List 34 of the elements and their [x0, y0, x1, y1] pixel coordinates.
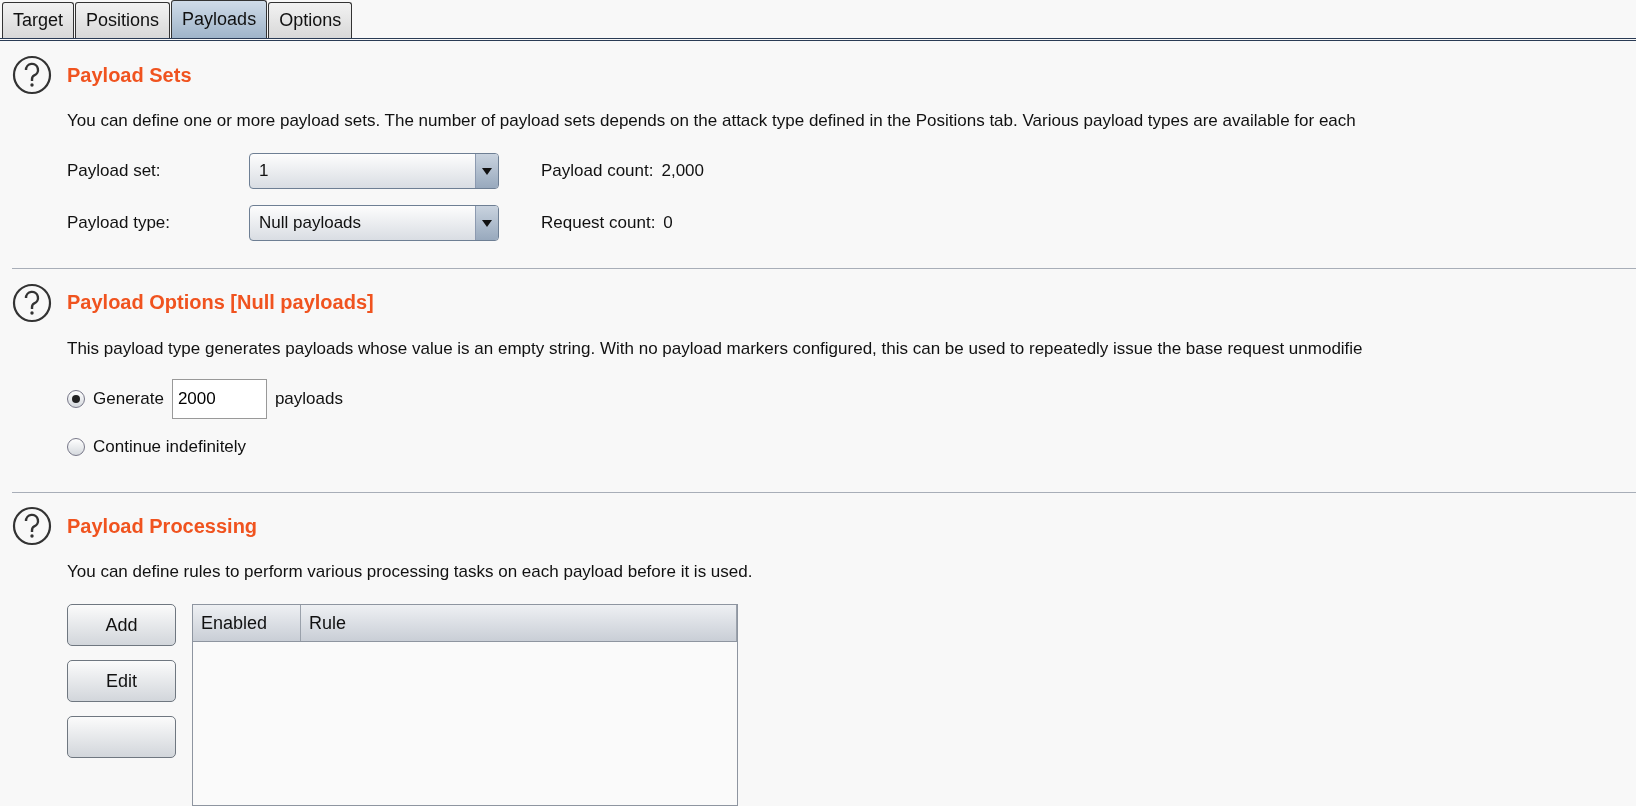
section-title: Payload Sets [67, 63, 192, 87]
dropdown[interactable]: 1 [249, 153, 499, 189]
section-title: Payload Processing [67, 514, 258, 538]
count-input[interactable]: 2000 [171, 378, 267, 419]
action-button[interactable] [67, 716, 176, 758]
help-icon[interactable] [12, 55, 52, 95]
tab[interactable]: Payloads [171, 0, 268, 38]
tab[interactable]: Target [2, 2, 75, 38]
field-label: Request count: [541, 213, 656, 233]
description: You can define rules to perform various processing tasks on each payload before it is used. [67, 562, 754, 582]
tab[interactable]: Positions [75, 2, 171, 38]
dropdown[interactable]: Null payloads [249, 205, 499, 241]
radio-button[interactable] [67, 389, 85, 408]
caret-icon [482, 219, 492, 227]
help-icon[interactable] [12, 282, 52, 323]
caret-icon [482, 167, 492, 175]
description: This payload type generates payloads whose value is an empty string. With no payload markers configured, this can be used to repeatedly issue the base request unmodifie [67, 338, 1364, 359]
field-label: Payload set: [67, 161, 162, 181]
section-title: Payload Options [Null payloads] [67, 291, 374, 314]
column-header[interactable]: Rule [301, 605, 737, 641]
radio-button[interactable] [67, 437, 85, 456]
option-label: payloads [274, 388, 343, 409]
action-button[interactable]: Add [67, 604, 176, 646]
option-label: Generate [93, 388, 164, 409]
field-label: Payload count: [541, 161, 654, 181]
count-value: 0 [663, 213, 673, 233]
column-header[interactable]: Enabled [193, 605, 301, 641]
option-label: Continue indefinitely [93, 436, 247, 457]
action-button[interactable]: Edit [67, 660, 176, 702]
tab[interactable]: Options [268, 2, 353, 38]
field-label: Payload type: [67, 213, 171, 233]
description: You can define one or more payload sets. The number of payload sets depends on the attack type defined in the Positions tab. Various payload types are available for each [67, 111, 1357, 131]
count-value: 2,000 [661, 161, 704, 181]
help-icon[interactable] [12, 506, 52, 546]
